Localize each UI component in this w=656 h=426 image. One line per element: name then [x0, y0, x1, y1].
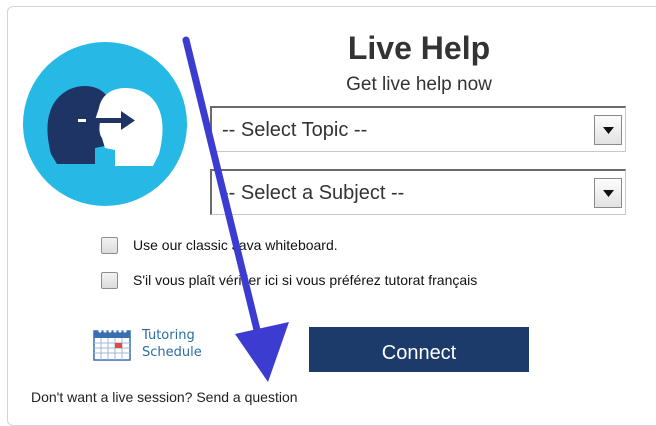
- java-whiteboard-label[interactable]: Use our classic Java whiteboard.: [133, 233, 338, 257]
- footer: Don't want a live session? Send a questi…: [31, 389, 298, 405]
- chevron-down-icon: [603, 190, 614, 197]
- french-tutoring-checkbox[interactable]: [101, 272, 118, 289]
- tutoring-schedule-label[interactable]: Tutoring Schedule: [142, 327, 202, 361]
- tutoring-schedule-label-line1: Tutoring: [142, 328, 195, 343]
- calendar-icon: [93, 329, 131, 361]
- subject-select-dropdown-button[interactable]: [594, 178, 622, 208]
- tutoring-schedule-label-line2: Schedule: [142, 345, 202, 360]
- tutoring-schedule-link[interactable]: Tutoring Schedule: [93, 325, 233, 365]
- chevron-down-icon: [603, 127, 614, 134]
- connect-button[interactable]: Connect: [309, 327, 529, 372]
- topic-select-value: -- Select Topic --: [222, 119, 368, 141]
- topic-select-dropdown-button[interactable]: [594, 115, 622, 145]
- subject-select[interactable]: -- Select a Subject --: [210, 169, 626, 215]
- page-subtitle: Get live help now: [346, 74, 492, 95]
- java-whiteboard-checkbox[interactable]: [101, 237, 118, 254]
- live-help-logo-icon: [23, 42, 187, 206]
- send-question-link[interactable]: Send a question: [196, 389, 297, 405]
- french-tutoring-label[interactable]: S'il vous plaît vérifier ici si vous pré…: [133, 268, 513, 292]
- page-title: Live Help: [347, 30, 491, 66]
- footer-prompt: Don't want a live session?: [31, 389, 193, 405]
- subject-select-value: -- Select a Subject --: [222, 182, 405, 204]
- topic-select[interactable]: -- Select Topic --: [210, 106, 626, 152]
